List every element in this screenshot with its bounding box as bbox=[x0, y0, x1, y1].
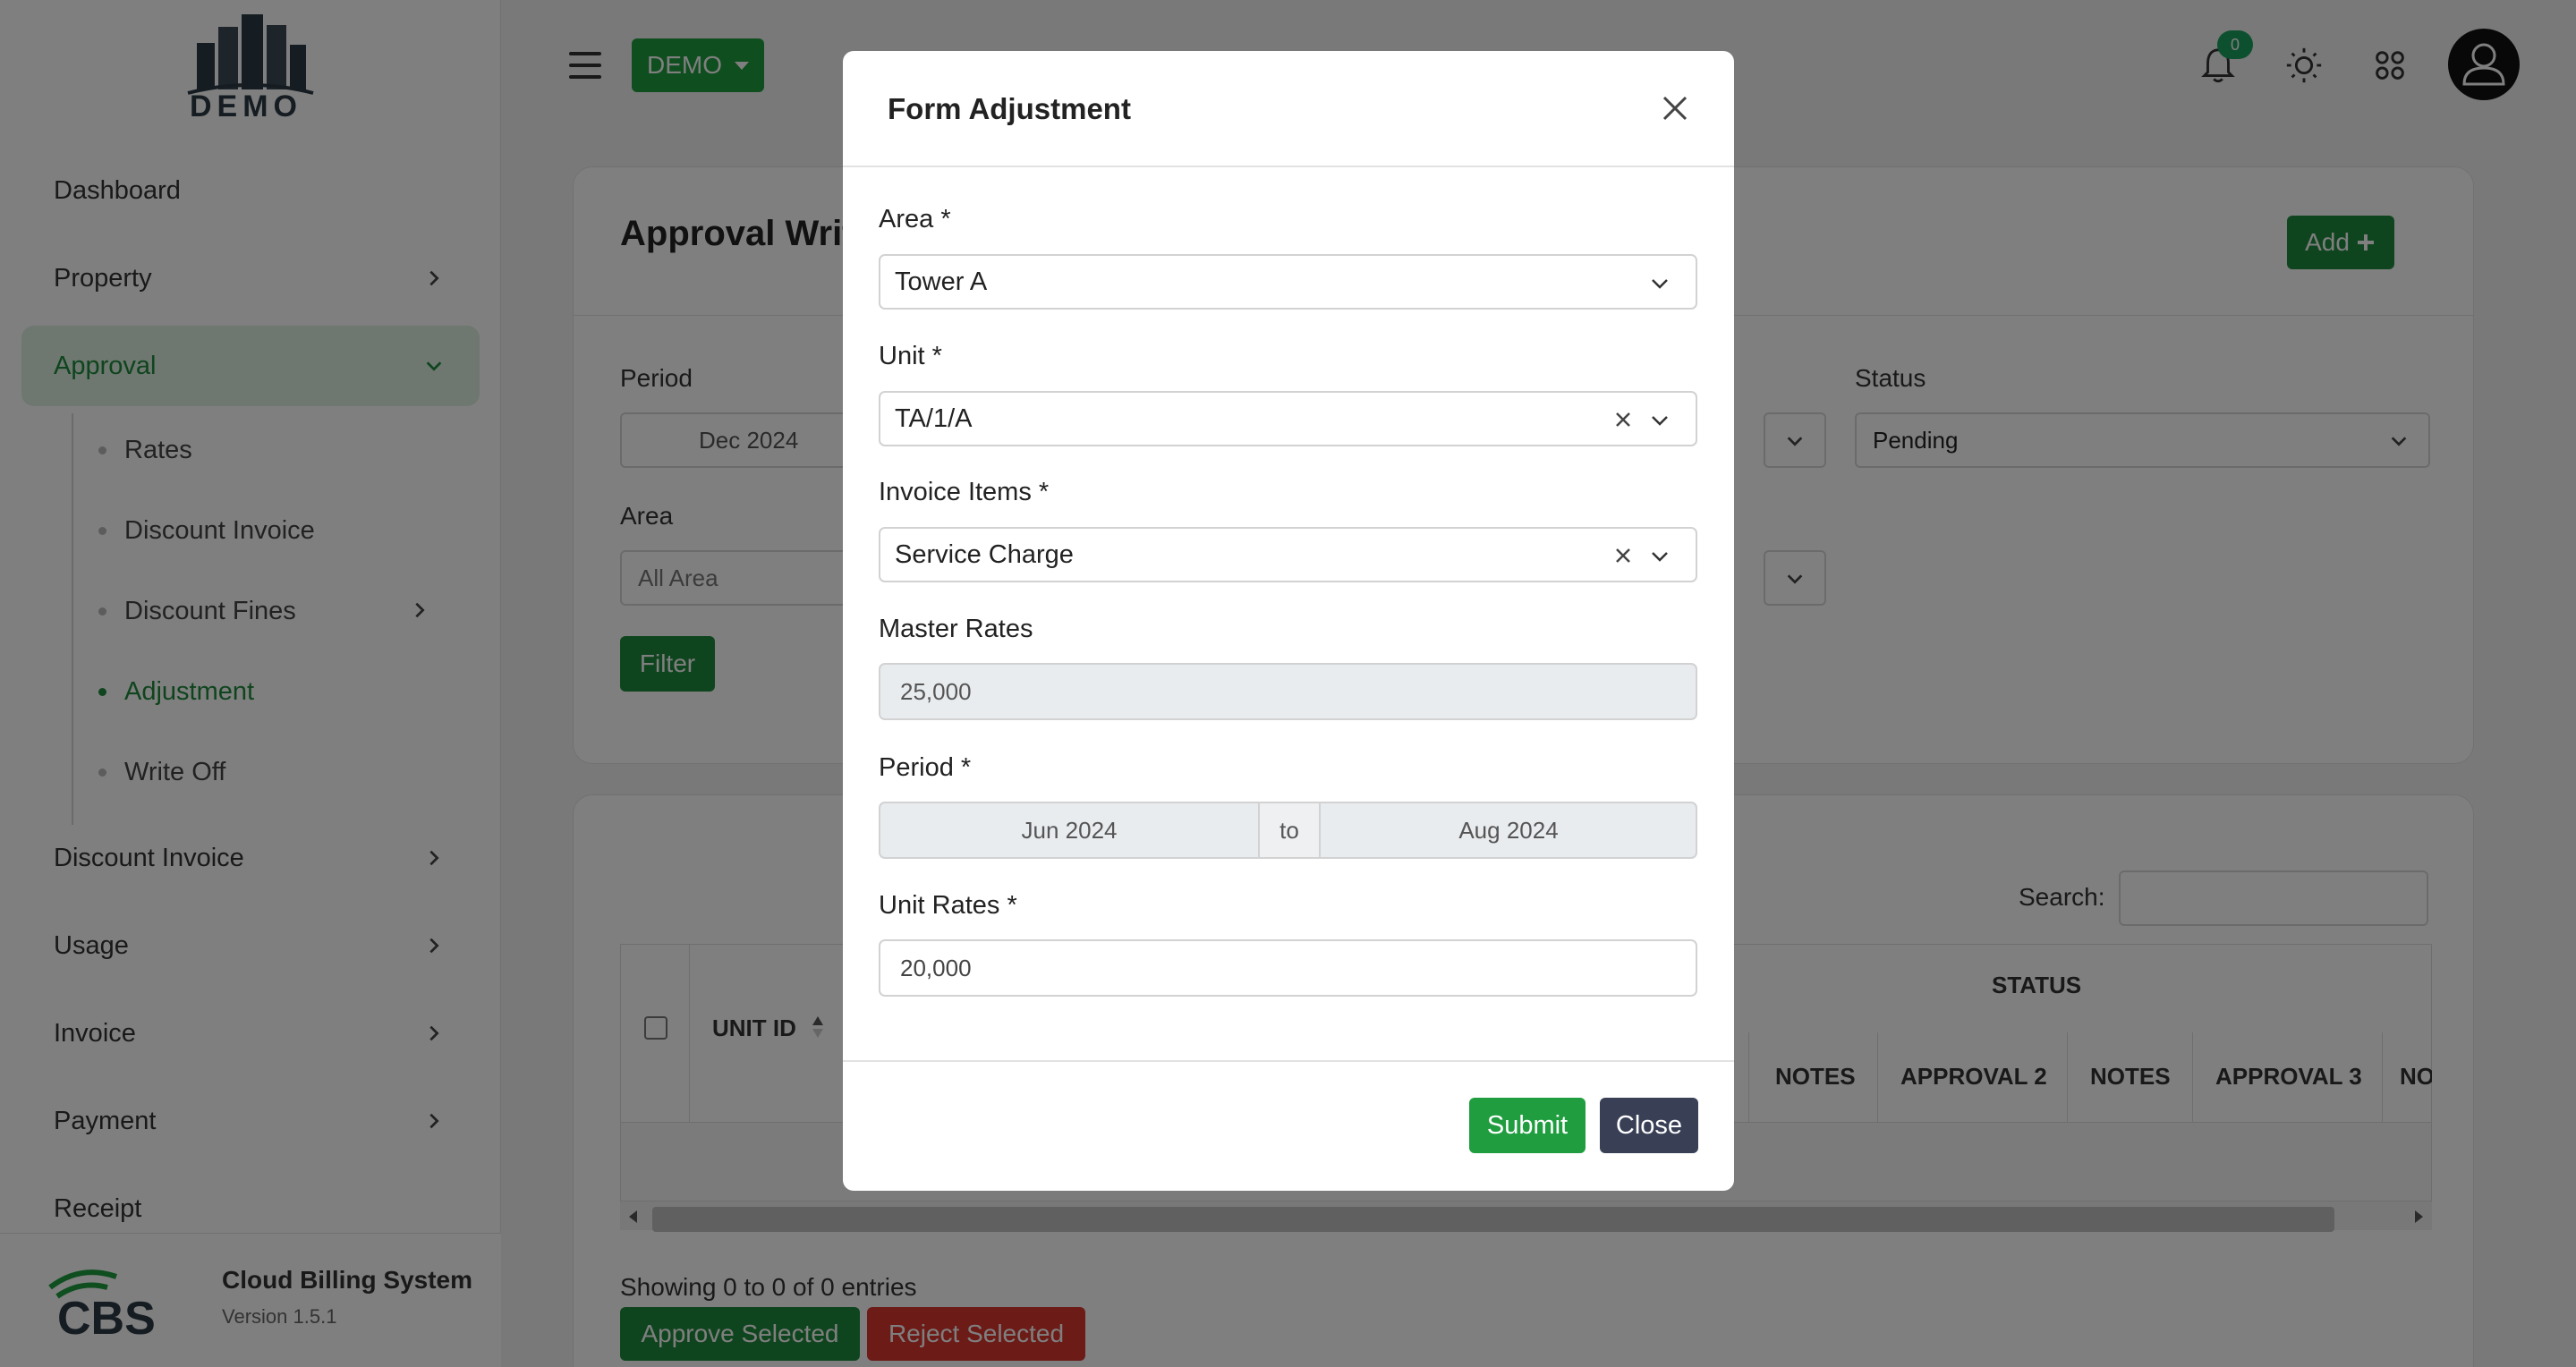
master-rates-label: Master Rates bbox=[879, 615, 1033, 643]
period-from[interactable]: Jun 2024 bbox=[880, 803, 1258, 857]
close-icon[interactable] bbox=[1657, 90, 1693, 126]
form-adjustment-modal: Form Adjustment Area * Tower A Unit * TA… bbox=[843, 51, 1734, 1191]
area-field-label: Area * bbox=[879, 205, 951, 233]
unit-select[interactable]: TA/1/A bbox=[879, 391, 1697, 446]
master-rates-field: 25,000 bbox=[879, 663, 1697, 720]
period-range: Jun 2024 to Aug 2024 bbox=[879, 802, 1697, 859]
chevron-down-icon bbox=[1652, 279, 1668, 289]
unit-field-label: Unit * bbox=[879, 342, 942, 370]
period-field-label: Period * bbox=[879, 753, 972, 782]
invoice-items-label: Invoice Items * bbox=[879, 478, 1050, 506]
unit-rates-label: Unit Rates * bbox=[879, 891, 1017, 920]
modal-header: Form Adjustment bbox=[843, 51, 1734, 167]
clear-icon[interactable] bbox=[1613, 410, 1633, 429]
invoice-items-select[interactable]: Service Charge bbox=[879, 527, 1697, 582]
chevron-down-icon bbox=[1652, 552, 1668, 562]
period-until[interactable]: Aug 2024 bbox=[1321, 803, 1696, 857]
modal-footer: Submit Close bbox=[843, 1060, 1734, 1191]
submit-button[interactable]: Submit bbox=[1469, 1098, 1586, 1153]
close-button[interactable]: Close bbox=[1600, 1098, 1698, 1153]
chevron-down-icon bbox=[1652, 416, 1668, 426]
clear-icon[interactable] bbox=[1613, 546, 1633, 565]
modal-title: Form Adjustment bbox=[888, 92, 1131, 125]
unit-rates-input[interactable]: 20,000 bbox=[879, 939, 1697, 997]
area-select[interactable]: Tower A bbox=[879, 254, 1697, 310]
period-to-separator: to bbox=[1258, 803, 1321, 857]
